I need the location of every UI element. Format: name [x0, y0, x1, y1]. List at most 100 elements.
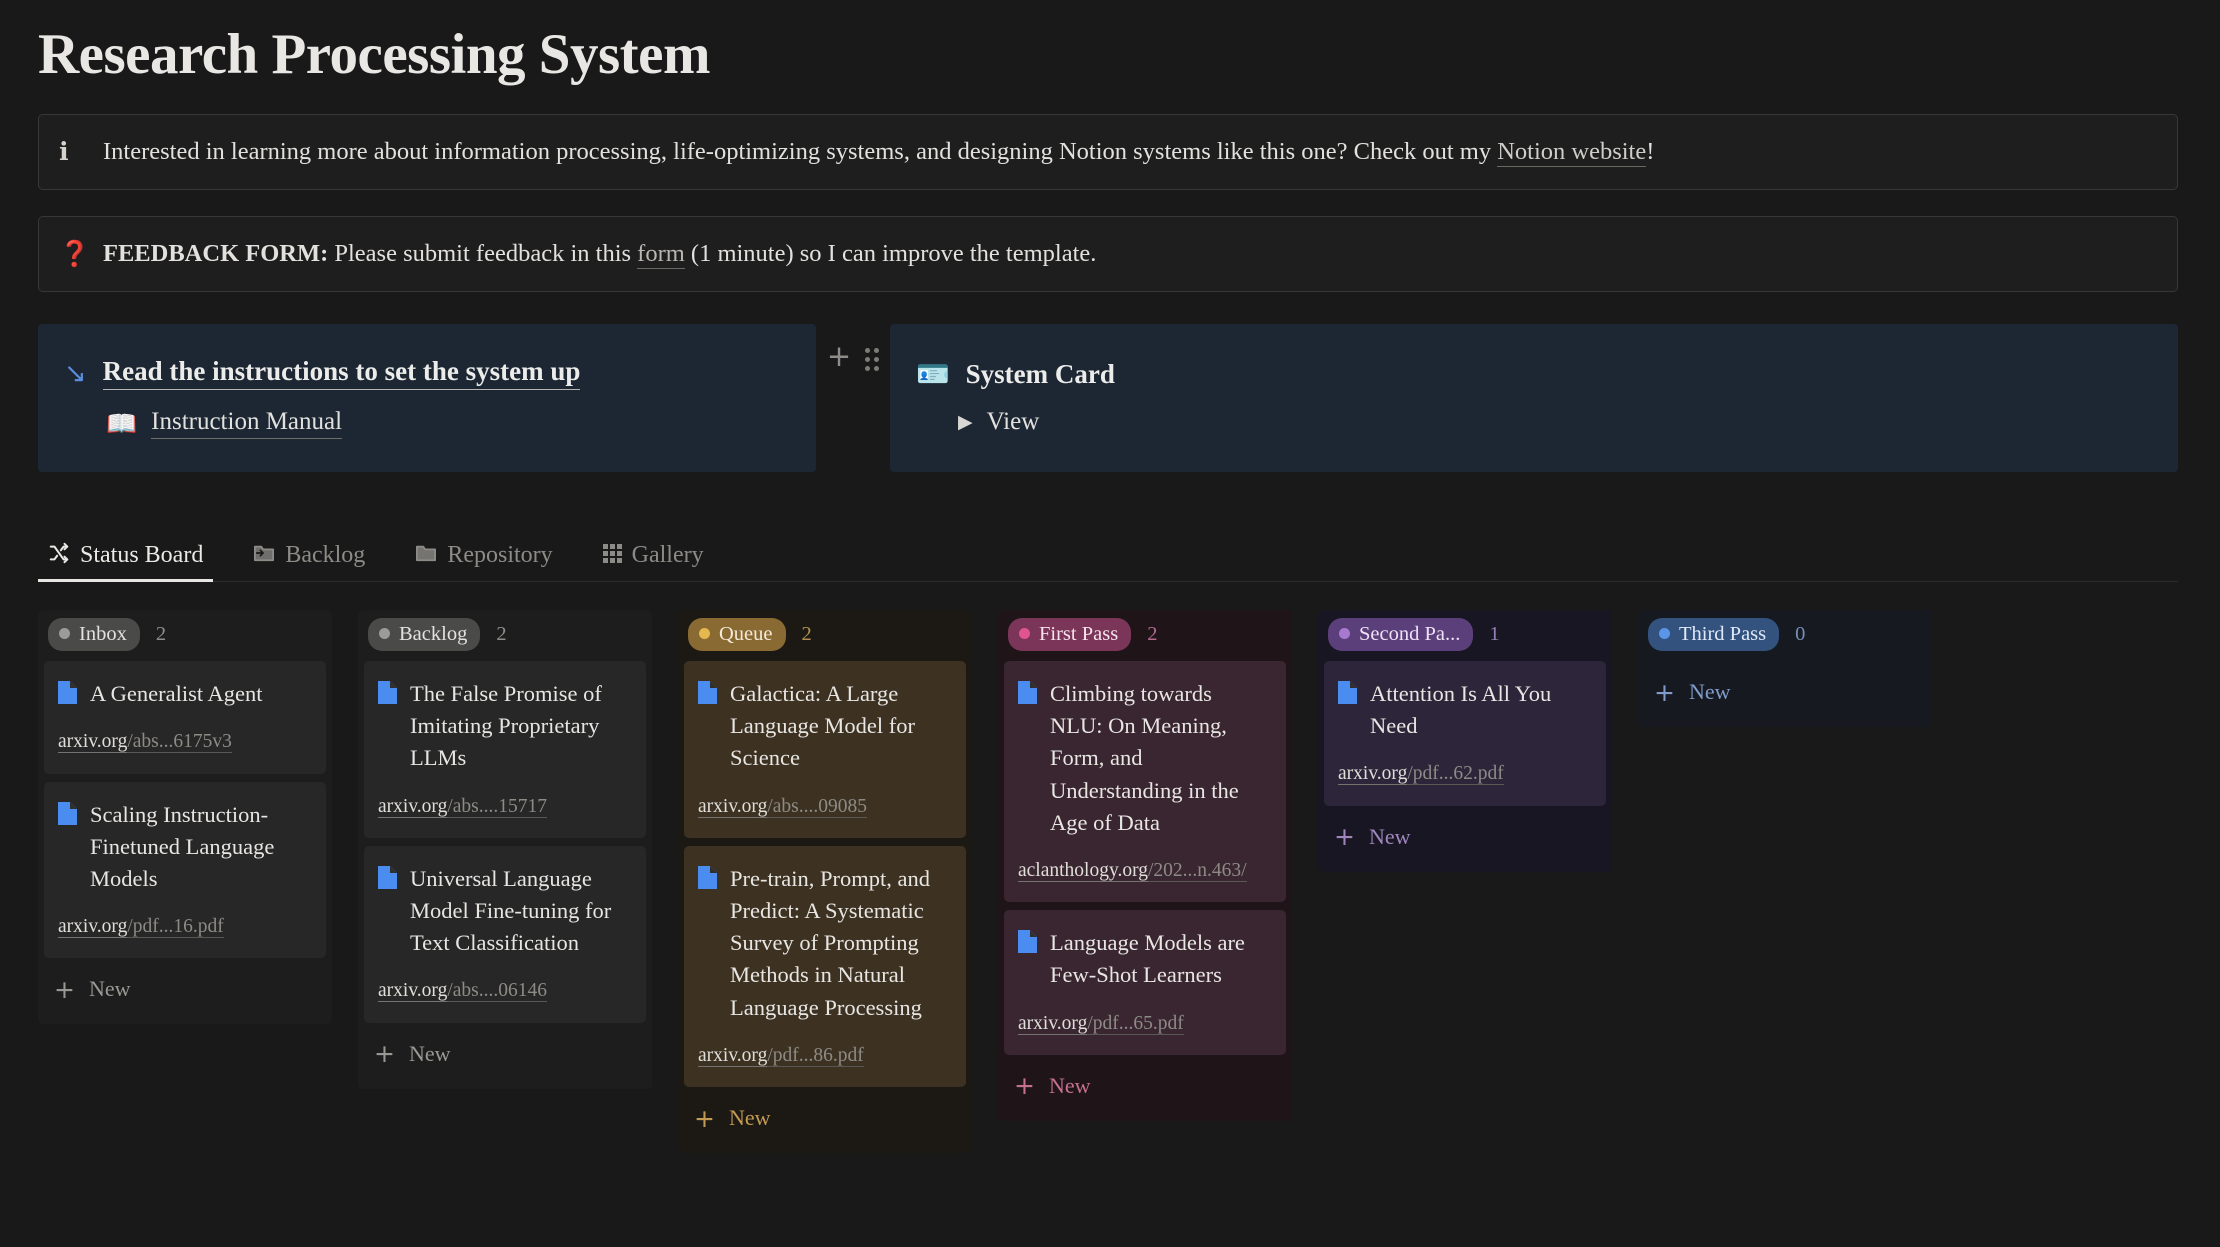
card-title: Galactica: A Large Language Model for Sc…: [730, 681, 915, 771]
card-url[interactable]: arxiv.org/abs....06146: [378, 977, 628, 1004]
chevron-right-icon[interactable]: ▶: [958, 412, 973, 432]
add-block-button[interactable]: +: [827, 341, 851, 371]
card-list: A Generalist Agent arxiv.org/abs...6175v3…: [38, 661, 332, 959]
callout-link[interactable]: form: [637, 239, 685, 269]
card-title: Scaling Instruction-Finetuned Language M…: [90, 801, 275, 891]
callout-1: ℹ Interested in learning more about infor…: [38, 113, 2178, 190]
card-title-row: Scaling Instruction-Finetuned Language M…: [58, 799, 308, 896]
column-count: 2: [496, 622, 507, 645]
status-badge[interactable]: Third Pass: [1648, 617, 1780, 652]
new-card-button[interactable]: + New: [998, 1055, 1292, 1107]
system-card-header: 🪪 System Card: [916, 359, 2150, 390]
status-badge[interactable]: Backlog: [368, 617, 481, 652]
card-url-host: arxiv.org: [58, 731, 128, 754]
card-url[interactable]: arxiv.org/abs...6175v3: [58, 728, 308, 755]
card-url-path: /pdf...86.pdf: [767, 1044, 864, 1067]
status-label: Third Pass: [1679, 622, 1767, 645]
board-card[interactable]: Pre-train, Prompt, and Predict: A System…: [684, 845, 966, 1088]
card-url[interactable]: arxiv.org/abs....15717: [378, 793, 628, 820]
column-header: First Pass 2: [998, 610, 1292, 662]
system-card-title[interactable]: System Card: [966, 359, 1115, 390]
status-dot-icon: [1019, 628, 1030, 640]
card-title-row: Pre-train, Prompt, and Predict: A System…: [698, 863, 948, 1024]
document-icon: [698, 865, 717, 889]
card-url[interactable]: arxiv.org/pdf...62.pdf: [1338, 760, 1588, 787]
card-url-host: arxiv.org: [378, 795, 448, 818]
status-badge[interactable]: Second Pa...: [1328, 617, 1474, 652]
drag-handle-icon[interactable]: [865, 347, 880, 371]
status-badge[interactable]: First Pass: [1008, 617, 1132, 652]
board-card[interactable]: A Generalist Agent arxiv.org/abs...6175v3: [44, 661, 326, 774]
new-card-button[interactable]: + New: [1638, 661, 1932, 713]
board-card[interactable]: Universal Language Model Fine-tuning for…: [364, 845, 646, 1023]
instruction-manual-label[interactable]: Instruction Manual: [151, 408, 343, 440]
block-gutter-controls: +: [816, 324, 890, 472]
tab-repository[interactable]: Repository: [405, 534, 562, 581]
column-header: Second Pa... 1: [1318, 610, 1612, 662]
board-card[interactable]: Scaling Instruction-Finetuned Language M…: [44, 781, 326, 959]
board-card[interactable]: Climbing towards NLU: On Meaning, Form, …: [1004, 661, 1286, 903]
status-badge[interactable]: Inbox: [48, 617, 140, 652]
board-column-backlog: Backlog 2 The False Promise of Imitating P…: [358, 609, 652, 1089]
column-count: 2: [1147, 622, 1158, 645]
card-url-path: /pdf...16.pdf: [127, 916, 224, 939]
system-card-toggle-row[interactable]: ▶ View: [916, 408, 2150, 436]
new-card-label: New: [408, 1040, 451, 1066]
card-list: The False Promise of Imitating Proprieta…: [358, 661, 652, 1023]
board-card[interactable]: Attention Is All You Need arxiv.org/pdf..…: [1324, 661, 1606, 806]
new-card-button[interactable]: + New: [678, 1087, 972, 1139]
card-url[interactable]: arxiv.org/abs....09085: [698, 793, 948, 820]
board-column-first-pass: First Pass 2 Climbing towards NLU: On Mean…: [998, 609, 1292, 1121]
card-url[interactable]: arxiv.org/pdf...65.pdf: [1018, 1010, 1268, 1037]
folder-in-icon: [253, 543, 275, 567]
system-card-view-label[interactable]: View: [987, 408, 1040, 436]
card-list: Attention Is All You Need arxiv.org/pdf..…: [1318, 661, 1612, 806]
status-label: First Pass: [1039, 622, 1119, 645]
card-url[interactable]: arxiv.org/pdf...16.pdf: [58, 913, 308, 940]
system-card[interactable]: 🪪 System Card ▶ View: [890, 323, 2178, 472]
card-url-path: /abs...6175v3: [127, 731, 232, 754]
card-url-path: /abs....06146: [447, 980, 547, 1003]
plus-icon: +: [694, 1103, 715, 1133]
card-title-row: A Generalist Agent: [58, 678, 308, 710]
board-column-inbox: Inbox 2 A Generalist Agent arxiv.org/abs...…: [38, 609, 332, 1025]
board-card[interactable]: Galactica: A Large Language Model for Sc…: [684, 661, 966, 838]
status-label: Second Pa...: [1359, 622, 1461, 645]
card-title: Language Models are Few-Shot Learners: [1050, 930, 1245, 988]
card-title-row: Climbing towards NLU: On Meaning, Form, …: [1018, 678, 1268, 839]
document-icon: [698, 681, 717, 705]
tab-backlog[interactable]: Backlog: [243, 534, 375, 581]
card-url-path: /pdf...65.pdf: [1087, 1012, 1184, 1035]
open-book-icon: 📖: [106, 409, 138, 439]
new-card-button[interactable]: + New: [358, 1023, 652, 1075]
instruction-card-title[interactable]: Read the instructions to set the system …: [102, 356, 581, 391]
column-count: 1: [1489, 622, 1500, 645]
new-card-button[interactable]: + New: [38, 958, 332, 1010]
callout-bold-text: FEEDBACK FORM:: [103, 239, 329, 267]
card-url-host: arxiv.org: [1018, 1012, 1088, 1035]
card-title: Climbing towards NLU: On Meaning, Form, …: [1050, 681, 1239, 835]
card-url-host: arxiv.org: [698, 795, 768, 818]
instruction-card[interactable]: ↘ Read the instructions to set the syste…: [38, 323, 816, 472]
notion-page: Research Processing System ℹ Interested i…: [0, 0, 2220, 1247]
folder-icon: [415, 543, 437, 567]
card-url[interactable]: arxiv.org/pdf...86.pdf: [698, 1042, 948, 1069]
callout-plain-text: Interested in learning more about inform…: [103, 137, 1498, 165]
tab-gallery[interactable]: Gallery: [593, 534, 714, 581]
tab-label: Repository: [447, 541, 553, 568]
card-title-row: Language Models are Few-Shot Learners: [1018, 927, 1268, 991]
new-card-button[interactable]: + New: [1318, 806, 1612, 858]
instruction-manual-link-row[interactable]: 📖 Instruction Manual: [64, 408, 788, 440]
question-icon: ❓: [59, 239, 91, 269]
callout-link[interactable]: Notion website: [1497, 137, 1647, 167]
status-badge[interactable]: Queue: [688, 617, 786, 652]
instruction-card-header: ↘ Read the instructions to set the syste…: [64, 356, 788, 391]
board-card[interactable]: The False Promise of Imitating Proprieta…: [364, 661, 646, 838]
shuffle-icon: [48, 542, 70, 568]
arrow-down-right-icon: ↘: [64, 357, 87, 389]
tab-label: Status Board: [80, 541, 204, 568]
board-card[interactable]: Language Models are Few-Shot Learners arx…: [1004, 910, 1286, 1055]
plus-icon: +: [1654, 677, 1675, 707]
tab-status-board[interactable]: Status Board: [38, 534, 214, 582]
card-url[interactable]: aclanthology.org/202...n.463/: [1018, 857, 1268, 884]
